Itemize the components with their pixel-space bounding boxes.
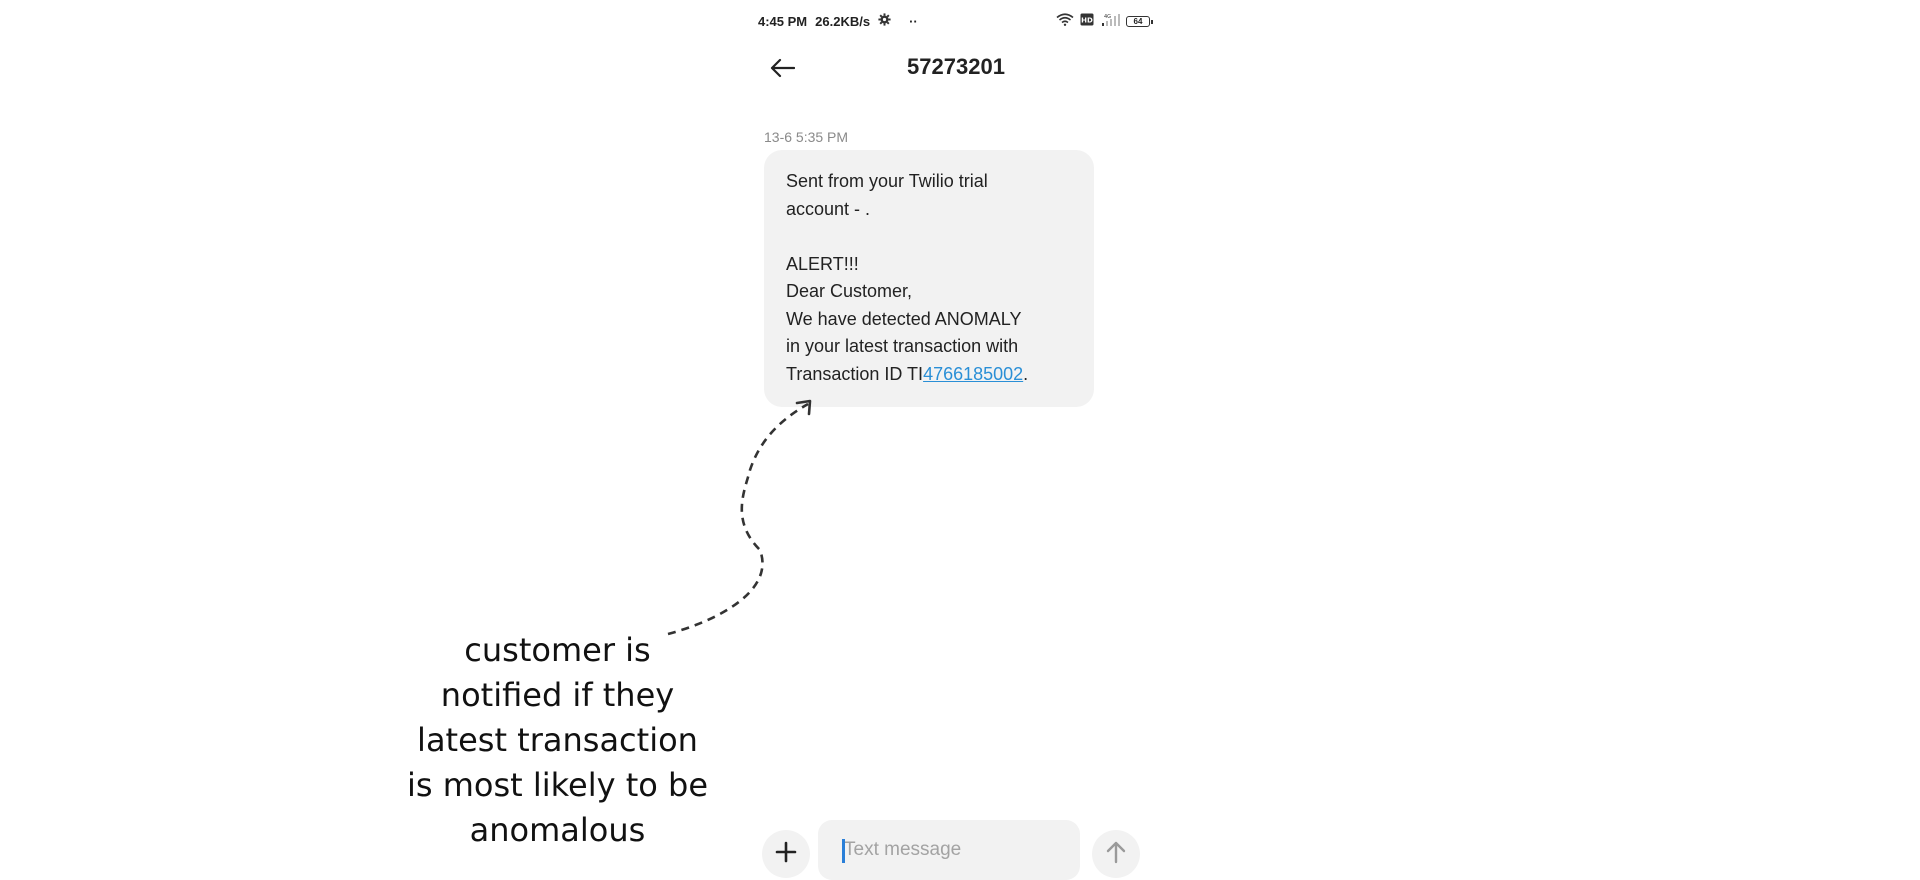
annotation-text: customer is notified if they latest tran… bbox=[406, 631, 709, 849]
send-button[interactable] bbox=[1092, 830, 1140, 878]
screen: 4:45 PM 26.2KB/s ·· HD 4G 64 57273201 13… bbox=[0, 0, 1920, 880]
message-input[interactable] bbox=[818, 820, 1080, 880]
plus-icon bbox=[775, 841, 797, 868]
text-caret bbox=[842, 839, 845, 863]
compose-bar bbox=[758, 820, 1150, 880]
arrow-up-icon bbox=[1105, 840, 1127, 869]
add-attachment-button[interactable] bbox=[762, 830, 810, 878]
annotation-arrow bbox=[667, 399, 812, 636]
